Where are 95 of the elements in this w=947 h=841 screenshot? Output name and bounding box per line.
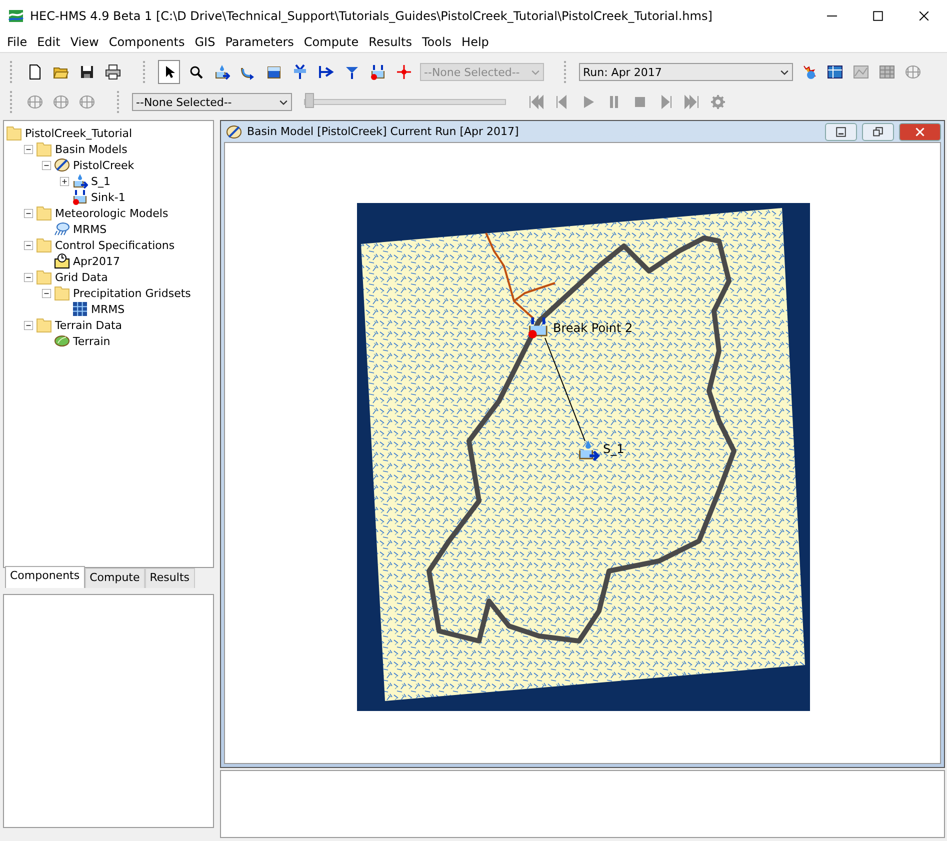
- rain-cloud-icon: [54, 221, 70, 237]
- menu-item[interactable]: Help: [456, 35, 494, 49]
- crosshair-icon: [396, 64, 412, 80]
- grid-dropdown[interactable]: --None Selected--: [132, 93, 292, 111]
- tree-item[interactable]: MRMS: [91, 302, 125, 316]
- junction-icon: [292, 64, 308, 80]
- minimize-button[interactable]: [825, 122, 857, 140]
- tree-item[interactable]: Precipitation Gridsets: [73, 286, 191, 300]
- terrain-icon: [54, 333, 70, 349]
- basin-model-icon: [226, 124, 242, 140]
- sink-icon: [370, 64, 386, 80]
- tree-item[interactable]: Terrain: [73, 334, 110, 348]
- subbasin-element-icon[interactable]: [579, 440, 600, 462]
- menu-item[interactable]: View: [65, 35, 104, 49]
- menu-item[interactable]: Results: [364, 35, 417, 49]
- dropdown-caret-icon: [279, 98, 288, 106]
- child-window-title: Basin Model [PistolCreek] Current Run [Apr 2017]: [247, 125, 520, 138]
- run-dropdown[interactable]: Run: Apr 2017: [579, 63, 793, 81]
- folder-icon: [36, 269, 52, 285]
- reservoir-icon: [266, 64, 282, 80]
- settings-icon: [710, 94, 726, 110]
- zoom-icon: [188, 64, 204, 80]
- menu-item[interactable]: Tools: [416, 35, 457, 49]
- element-label: Break Point 2: [553, 321, 633, 335]
- folder-icon: [54, 285, 70, 301]
- menu-item[interactable]: GIS: [190, 35, 220, 49]
- tree-item[interactable]: MRMS: [73, 222, 107, 236]
- stop-icon: [632, 94, 648, 110]
- close-button[interactable]: [899, 122, 941, 140]
- calendar-clock-icon: [54, 253, 70, 269]
- folder-icon: [6, 125, 22, 141]
- element-label: S_1: [603, 442, 624, 456]
- menu-item[interactable]: File: [2, 35, 32, 49]
- new-document-icon: [27, 64, 43, 80]
- tree-toggle-icon[interactable]: [24, 320, 33, 330]
- pointer-button[interactable]: [158, 60, 180, 84]
- restore-icon: [873, 126, 883, 136]
- menu-item[interactable]: Compute: [298, 35, 364, 49]
- tree-item[interactable]: Apr2017: [73, 254, 120, 268]
- graph-icon: [853, 64, 869, 80]
- folder-icon: [36, 317, 52, 333]
- tree-item[interactable]: PistolCreek_Tutorial: [25, 126, 132, 140]
- maximize-icon: [873, 11, 883, 21]
- basin-model-icon: [54, 157, 70, 173]
- subbasin-icon: [72, 173, 88, 189]
- panel-tab[interactable]: Components: [5, 566, 85, 588]
- globe-grid-icon: [79, 94, 95, 110]
- skip-to-end-icon: [684, 94, 700, 110]
- tree-item[interactable]: Control Specifications: [55, 238, 175, 252]
- grid-icon: [72, 301, 88, 317]
- panel-tab[interactable]: Results: [144, 568, 194, 588]
- tree-toggle-icon[interactable]: [24, 272, 33, 282]
- source-icon: [344, 64, 360, 80]
- panel-tab[interactable]: Compute: [84, 568, 145, 588]
- dropdown-caret-icon: [780, 68, 789, 76]
- menu-item[interactable]: Components: [104, 35, 190, 49]
- sink-element-icon[interactable]: [528, 316, 548, 338]
- minimize-icon: [836, 126, 846, 136]
- window-title: HEC-HMS 4.9 Beta 1 [C:\D Drive\Technical_Support\Tutorials_Guides\PistolCreek_Tutorial\PistolCreek_Tutorial.hms]: [30, 9, 714, 23]
- sink-icon: [72, 189, 88, 205]
- skip-to-start-icon: [528, 94, 544, 110]
- tree-toggle-icon[interactable]: [24, 208, 33, 218]
- summary-table-icon: [827, 64, 843, 80]
- menu-item[interactable]: Parameters: [220, 35, 299, 49]
- tree-toggle-icon[interactable]: [24, 144, 33, 154]
- app-logo-icon: [8, 8, 24, 24]
- close-icon: [919, 11, 929, 21]
- restore-button[interactable]: [862, 122, 894, 140]
- tree-item[interactable]: Sink-1: [91, 190, 126, 204]
- dropdown-caret-icon: [531, 68, 540, 76]
- tree-item[interactable]: PistolCreek: [73, 158, 134, 172]
- diversion-icon: [318, 64, 334, 80]
- tree-toggle-icon[interactable]: [42, 288, 51, 298]
- tree-toggle-icon[interactable]: [24, 240, 33, 250]
- save-icon: [79, 64, 95, 80]
- tree-toggle-icon[interactable]: [42, 160, 51, 170]
- compute-icon: [801, 64, 817, 80]
- printer-icon: [105, 64, 121, 80]
- tree-toggle-icon[interactable]: [60, 176, 69, 186]
- close-icon: [915, 126, 925, 136]
- globe-grid-icon: [27, 94, 43, 110]
- time-slider-thumb[interactable]: [305, 93, 314, 108]
- table-icon: [879, 64, 895, 80]
- subbasin-icon: [214, 64, 230, 80]
- folder-icon: [36, 141, 52, 157]
- folder-icon: [36, 237, 52, 253]
- tree-item[interactable]: Meteorologic Models: [55, 206, 168, 220]
- folder-icon: [36, 205, 52, 221]
- tree-item[interactable]: Grid Data: [55, 270, 108, 284]
- menu-item[interactable]: Edit: [32, 35, 66, 49]
- globe-grid-icon: [905, 64, 921, 80]
- tree-item[interactable]: Basin Models: [55, 142, 128, 156]
- tree-item[interactable]: Terrain Data: [55, 318, 122, 332]
- globe-grid-icon: [53, 94, 69, 110]
- tree-item[interactable]: S_1: [91, 174, 110, 188]
